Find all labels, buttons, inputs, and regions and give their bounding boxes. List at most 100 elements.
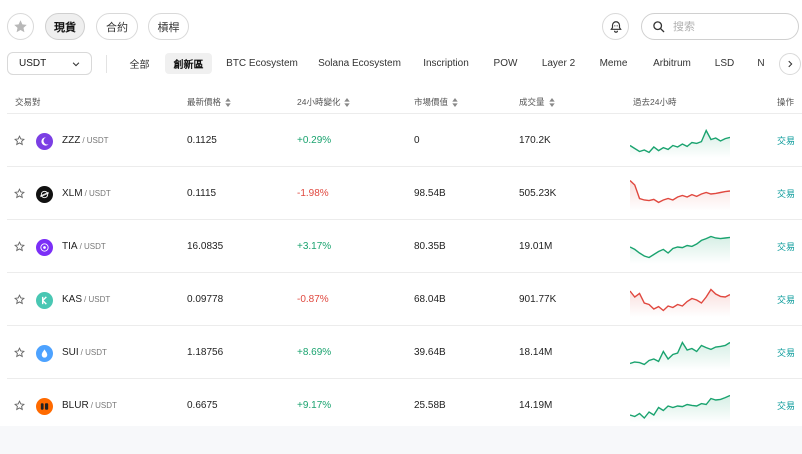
divider: [106, 55, 107, 73]
header-price[interactable]: 最新價格: [187, 96, 231, 108]
volume: 18.14M: [519, 347, 553, 358]
base-symbol: XLM: [62, 188, 83, 199]
category-inscription[interactable]: Inscription: [419, 53, 473, 74]
category-solana-ecosystem[interactable]: Solana Ecosystem: [315, 53, 404, 74]
header-volume[interactable]: 成交量: [519, 96, 555, 108]
base-symbol: SUI: [62, 347, 79, 358]
category-all[interactable]: 全部: [124, 53, 155, 74]
table-row[interactable]: KAS / USDT 0.09778 -0.87% 68.04B 901.77K…: [7, 273, 802, 326]
market-cap: 39.64B: [414, 347, 446, 358]
page-footer-background: [0, 426, 802, 454]
last-price: 1.18756: [187, 347, 224, 358]
trade-link[interactable]: 交易: [777, 167, 795, 220]
table-row[interactable]: SUI / USDT 1.18756 +8.69% 39.64B 18.14M …: [7, 326, 802, 379]
category-innovation[interactable]: 創新區: [165, 53, 212, 74]
header-price-label: 最新價格: [187, 97, 222, 107]
change-24h: +8.69%: [297, 347, 332, 358]
sparkline-chart: [630, 128, 730, 158]
pair-cell[interactable]: TIA / USDT: [62, 220, 106, 273]
pair-cell[interactable]: BLUR / USDT: [62, 379, 117, 432]
category-btc-ecosystem[interactable]: BTC Ecosystem: [224, 53, 300, 74]
change-24h: +3.17%: [297, 241, 332, 252]
sparkline-chart: [630, 235, 730, 264]
table-row[interactable]: TIA / USDT 16.0835 +3.17% 80.35B 19.01M …: [7, 220, 802, 273]
change-24h: +9.17%: [297, 400, 332, 411]
favorite-toggle[interactable]: [14, 114, 25, 167]
category-layer2[interactable]: Layer 2: [537, 53, 580, 74]
favorite-toggle[interactable]: [14, 167, 25, 220]
last-price: 0.6675: [187, 400, 218, 411]
table-row[interactable]: XLM / USDT 0.1115 -1.98% 98.54B 505.23K …: [7, 167, 802, 220]
category-pow[interactable]: POW: [489, 53, 522, 74]
base-symbol: KAS: [62, 294, 83, 305]
sort-icon: [452, 97, 458, 107]
notification-button[interactable]: [602, 13, 629, 40]
star-icon: [14, 20, 27, 33]
table-header: 交易對 最新價格 24小時變化 市場價值 成交量 過去24小時 操作: [7, 88, 802, 114]
market-cap: 68.04B: [414, 294, 446, 305]
header-change[interactable]: 24小時變化: [297, 96, 351, 108]
trade-link[interactable]: 交易: [777, 326, 795, 379]
trade-link[interactable]: 交易: [777, 114, 795, 167]
pair-cell[interactable]: KAS / USDT: [62, 273, 110, 326]
stellar-icon: [36, 186, 53, 203]
kaspa-icon: [36, 292, 53, 309]
tab-futures[interactable]: 合約: [96, 13, 138, 40]
moon-icon: [36, 133, 53, 150]
search-input[interactable]: [673, 20, 783, 33]
trade-link[interactable]: 交易: [777, 220, 795, 273]
quote-symbol: / USDT: [90, 401, 117, 410]
quote-symbol: / USDT: [82, 136, 109, 145]
header-mcap[interactable]: 市場價值: [414, 96, 458, 108]
favorite-toggle[interactable]: [14, 379, 25, 432]
header-chart-label: 過去24小時: [633, 97, 677, 107]
tab-margin[interactable]: 槓桿: [148, 13, 189, 40]
change-24h: -1.98%: [297, 188, 329, 199]
pair-cell[interactable]: ZZZ / USDT: [62, 114, 109, 167]
quote-currency-select[interactable]: USDT: [7, 52, 92, 75]
header-change-label: 24小時變化: [297, 97, 341, 107]
pair-cell[interactable]: SUI / USDT: [62, 326, 107, 379]
base-symbol: BLUR: [62, 400, 89, 411]
header-action: 操作: [777, 96, 794, 108]
volume: 14.19M: [519, 400, 553, 411]
header-mcap-label: 市場價值: [414, 97, 449, 107]
tab-spot[interactable]: 現貨: [45, 13, 85, 40]
favorite-toggle[interactable]: [14, 326, 25, 379]
category-arbitrum[interactable]: Arbitrum: [648, 53, 696, 74]
last-price: 16.0835: [187, 241, 224, 252]
quote-symbol: / USDT: [84, 189, 111, 198]
volume: 19.01M: [519, 241, 553, 252]
quote-symbol: / USDT: [79, 242, 106, 251]
quote-currency-value: USDT: [19, 58, 47, 69]
sort-icon: [344, 97, 351, 107]
filter-bar: USDT 全部 創新區 BTC Ecosystem Solana Ecosyst…: [0, 52, 802, 76]
category-truncated[interactable]: N: [754, 53, 768, 74]
header-volume-label: 成交量: [519, 97, 545, 107]
chevron-down-icon: [72, 62, 80, 67]
change-24h: -0.87%: [297, 294, 329, 305]
change-24h: +0.29%: [297, 135, 332, 146]
trade-link[interactable]: 交易: [777, 379, 795, 432]
last-price: 0.09778: [187, 294, 224, 305]
search-icon: [653, 21, 665, 33]
pair-cell[interactable]: XLM / USDT: [62, 167, 111, 220]
search-box[interactable]: [641, 13, 799, 40]
last-price: 0.1125: [187, 135, 217, 146]
category-scroll-right-button[interactable]: [779, 53, 801, 75]
trade-link[interactable]: 交易: [777, 273, 795, 326]
top-bar: 現貨 合約 槓桿: [0, 0, 802, 52]
sparkline-area: [630, 236, 730, 264]
category-lsd[interactable]: LSD: [711, 53, 738, 74]
favorite-toggle[interactable]: [14, 273, 25, 326]
base-symbol: TIA: [62, 241, 78, 252]
favorite-toggle[interactable]: [14, 220, 25, 273]
celestia-icon: [36, 239, 53, 256]
sort-icon: [548, 97, 555, 107]
favorites-button[interactable]: [7, 13, 34, 40]
category-meme[interactable]: Meme: [595, 53, 632, 74]
sparkline-chart: [630, 341, 730, 370]
market-cap: 0: [414, 135, 420, 146]
table-row[interactable]: BLUR / USDT 0.6675 +9.17% 25.58B 14.19M …: [7, 379, 802, 432]
table-row[interactable]: ZZZ / USDT 0.1125 +0.29% 0 170.2K 交易: [7, 114, 802, 167]
